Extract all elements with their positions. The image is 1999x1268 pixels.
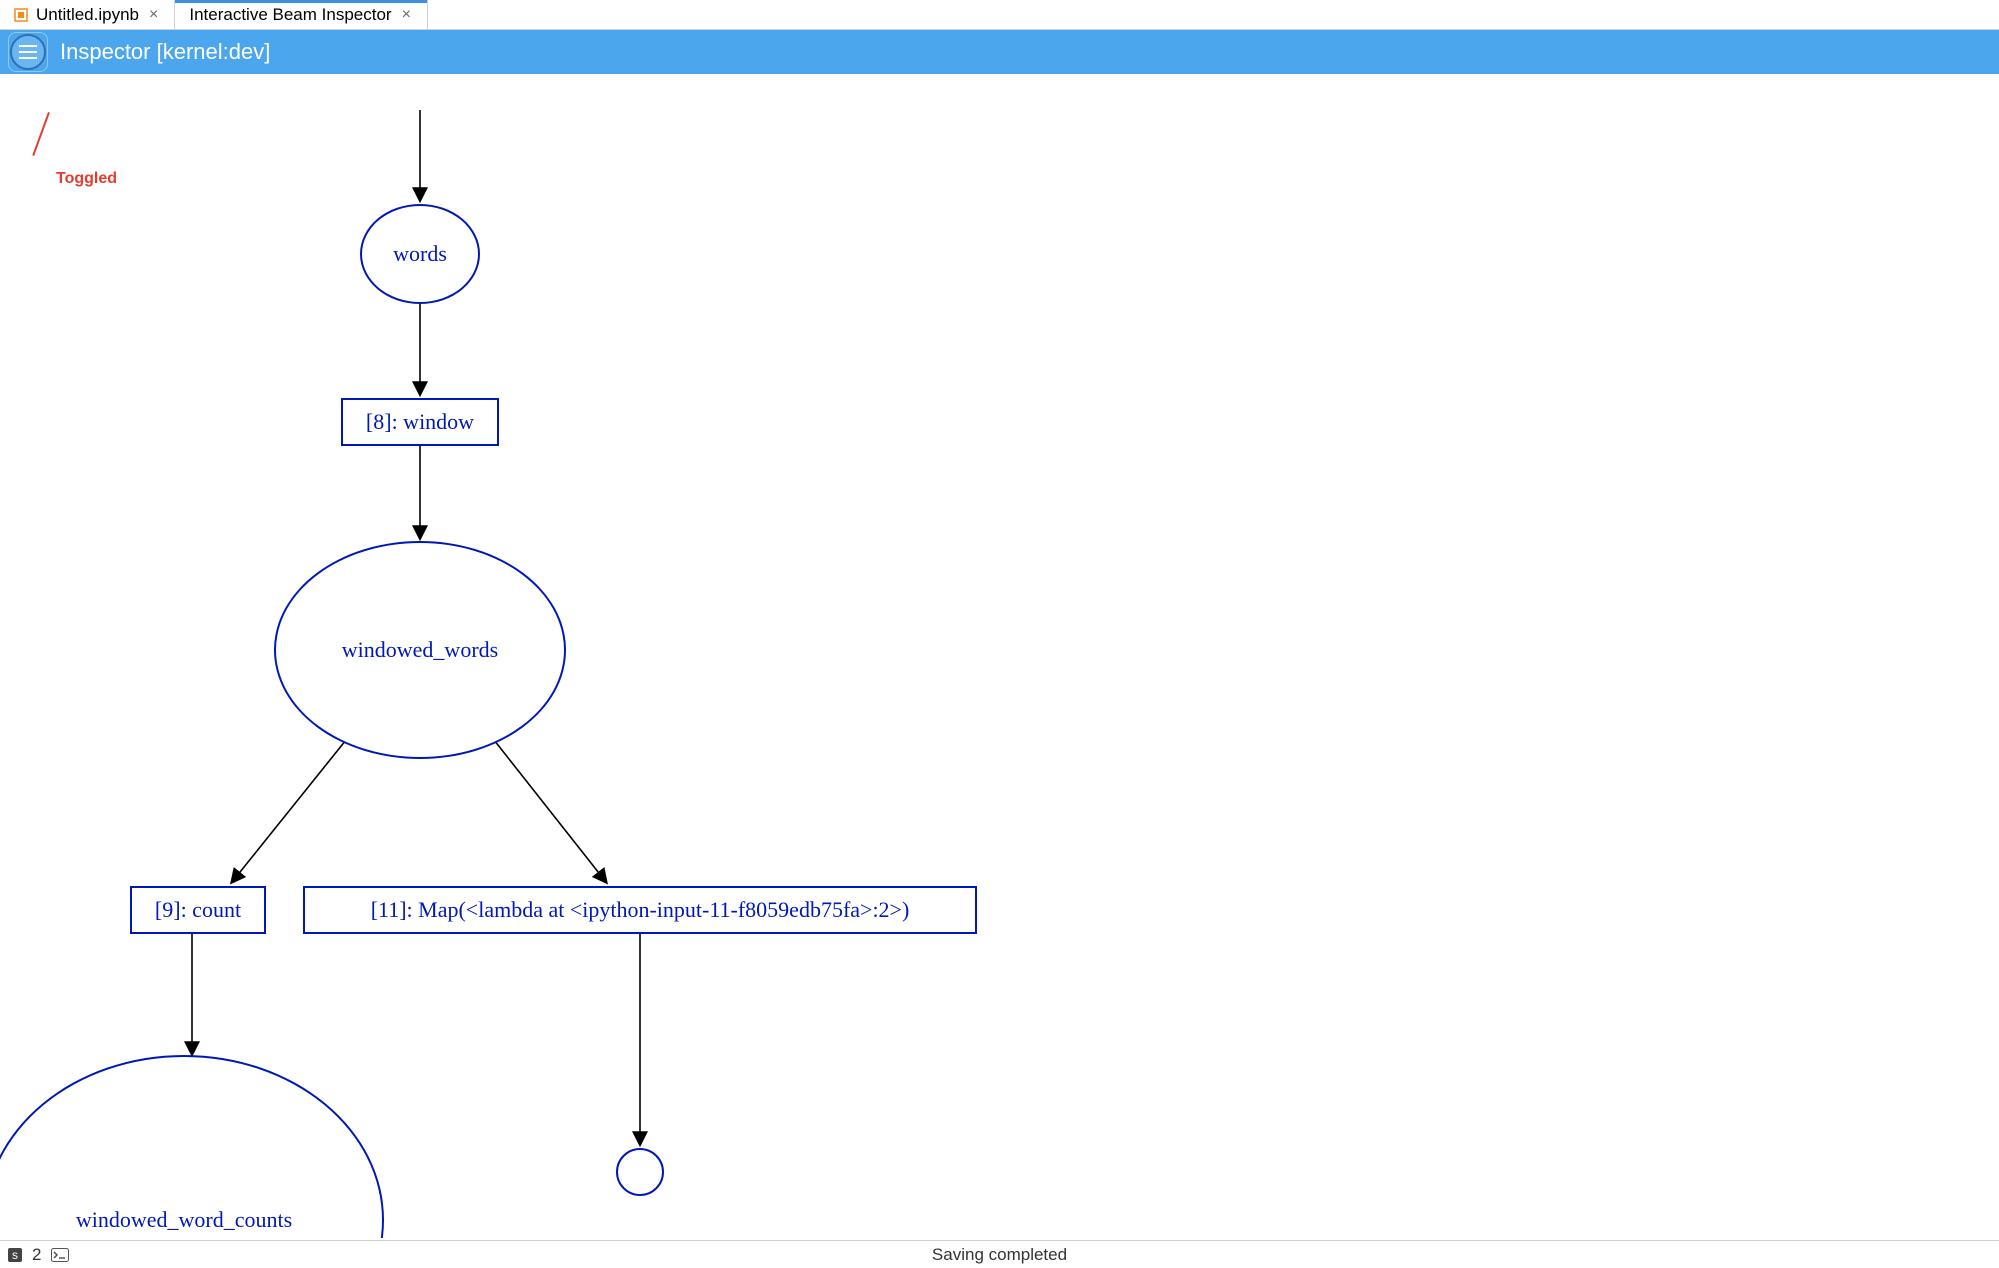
close-icon[interactable]: ×: [147, 6, 160, 24]
hamburger-icon: [19, 51, 37, 53]
close-icon[interactable]: ×: [400, 6, 413, 24]
inspector-title: Inspector [kernel:dev]: [60, 39, 270, 65]
diagram-canvas[interactable]: words [8]: window windowed_words [9]: count…: [0, 74, 1999, 1238]
diagram-edge: [232, 740, 346, 882]
diagram-node-windowed_word_counts[interactable]: windowed_word_counts: [0, 1055, 384, 1238]
status-message: Saving completed: [932, 1245, 1067, 1265]
sidebar-toggle-button[interactable]: [10, 34, 46, 70]
terminal-icon[interactable]: [51, 1248, 69, 1262]
tab-label: Interactive Beam Inspector: [189, 5, 391, 25]
diagram-node-small_out[interactable]: [616, 1148, 664, 1196]
tab-beam-inspector[interactable]: Interactive Beam Inspector ×: [175, 0, 428, 29]
status-bar: s 2 Saving completed: [0, 1240, 1999, 1268]
status-badge: s: [8, 1248, 22, 1262]
tab-strip: Untitled.ipynb × Interactive Beam Inspec…: [0, 0, 1999, 30]
tab-untitled-notebook[interactable]: Untitled.ipynb ×: [0, 0, 175, 29]
diagram-node-windowed_words[interactable]: windowed_words: [274, 541, 566, 759]
diagram-node-words[interactable]: words: [360, 204, 480, 304]
diagram-node-window[interactable]: [8]: window: [341, 398, 499, 446]
inspector-header: Inspector [kernel:dev]: [0, 30, 1999, 74]
diagram-node-map[interactable]: [11]: Map(<lambda at <ipython-input-11-f…: [303, 886, 977, 934]
diagram-edge: [494, 740, 606, 882]
tab-label: Untitled.ipynb: [36, 5, 139, 25]
status-count: 2: [32, 1245, 41, 1265]
diagram-node-count[interactable]: [9]: count: [130, 886, 266, 934]
notebook-icon: [14, 8, 28, 22]
